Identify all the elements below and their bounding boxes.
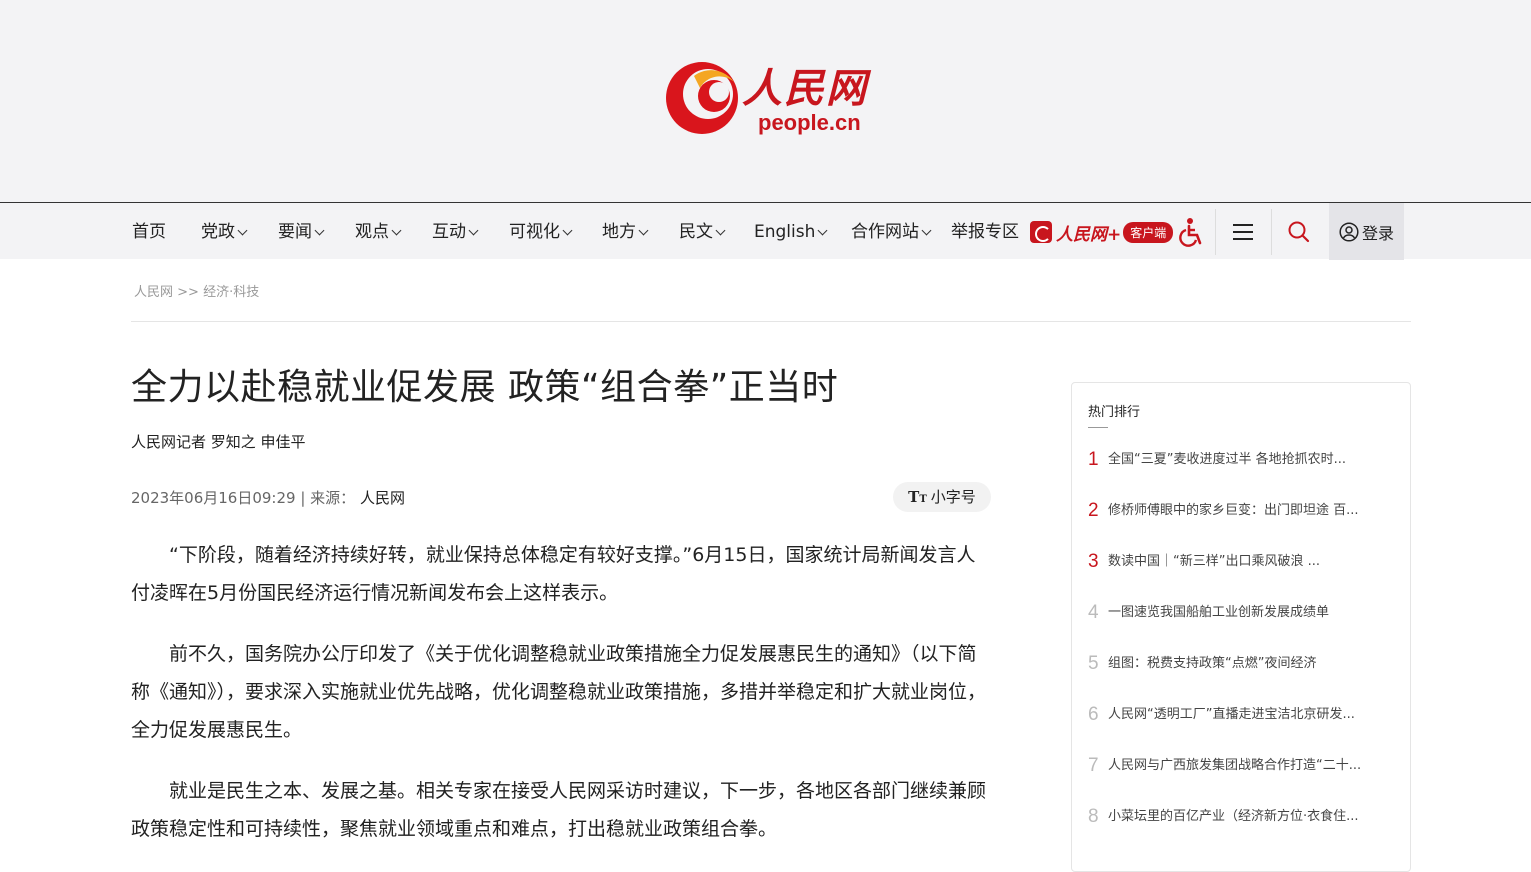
article-datetime: 2023年06月16日09:29 bbox=[131, 489, 296, 507]
breadcrumb: 人民网 >> 经济·科技 bbox=[134, 281, 259, 300]
rank-number: 5 bbox=[1088, 653, 1099, 674]
article-paragraph: 就业是民生之本、发展之基。相关专家在接受人民网采访时建议，下一步，各地区各部门继… bbox=[131, 780, 987, 840]
rank-number: 7 bbox=[1088, 755, 1099, 776]
nav-label: 观点 bbox=[355, 222, 389, 242]
main-nav: 首页 党政 要闻 观点 互动 可视化 地方 民文 English 合作网站 举报… bbox=[0, 202, 1531, 260]
ranking-item[interactable]: 3 数读中国｜“新三样”出口乘风破浪 ... bbox=[1088, 551, 1388, 602]
hot-ranking-list: 1 全国“三夏”麦收进度过半 各地抢抓农时... 2 修桥师傅眼中的家乡巨变：出门即… bbox=[1088, 449, 1388, 857]
site-header: 人民网 people.cn bbox=[0, 0, 1531, 202]
divider bbox=[131, 321, 1411, 322]
nav-label: 民文 bbox=[679, 222, 713, 242]
rank-number: 2 bbox=[1088, 500, 1099, 521]
ranking-item[interactable]: 5 组图：税费支持政策“点燃”夜间经济 bbox=[1088, 653, 1388, 704]
rank-number: 6 bbox=[1088, 704, 1099, 725]
rank-number: 4 bbox=[1088, 602, 1099, 623]
chevron-down-icon bbox=[468, 225, 479, 236]
chevron-down-icon bbox=[817, 225, 828, 236]
nav-item-home[interactable]: 首页 bbox=[132, 203, 166, 260]
user-icon bbox=[1339, 221, 1359, 242]
chevron-down-icon bbox=[314, 225, 325, 236]
rank-number: 8 bbox=[1088, 806, 1099, 827]
nav-label: 合作网站 bbox=[851, 222, 919, 242]
breadcrumb-section-link[interactable]: 经济·科技 bbox=[203, 285, 259, 300]
font-size-toggle-button[interactable]: TT 小字号 bbox=[893, 482, 991, 512]
hot-ranking-panel: 热门排行 1 全国“三夏”麦收进度过半 各地抢抓农时... 2 修桥师傅眼中的家乡巨… bbox=[1071, 382, 1411, 872]
chevron-down-icon bbox=[237, 225, 248, 236]
rank-number: 1 bbox=[1088, 449, 1099, 470]
app-logo-icon bbox=[1030, 221, 1052, 243]
hamburger-menu-icon bbox=[1233, 223, 1253, 240]
ranking-link[interactable]: 组图：税费支持政策“点燃”夜间经济 bbox=[1108, 653, 1388, 675]
nav-item-partners[interactable]: 合作网站 bbox=[851, 203, 932, 260]
search-button[interactable] bbox=[1271, 203, 1327, 260]
source-prefix: | 来源： bbox=[300, 489, 356, 507]
ranking-item[interactable]: 1 全国“三夏”麦收进度过半 各地抢抓农时... bbox=[1088, 449, 1388, 500]
ranking-link[interactable]: 人民网“透明工厂”直播走进宝洁北京研发... bbox=[1108, 704, 1388, 726]
rank-number: 3 bbox=[1088, 551, 1099, 572]
nav-item-local[interactable]: 地方 bbox=[602, 203, 649, 260]
login-button[interactable]: 登录 bbox=[1329, 203, 1404, 260]
nav-label: 举报专区 bbox=[951, 222, 1019, 242]
ranking-link[interactable]: 数读中国｜“新三样”出口乘风破浪 ... bbox=[1108, 551, 1388, 573]
nav-item-ethnic[interactable]: 民文 bbox=[679, 203, 726, 260]
article-paragraph: 前不久，国务院办公厅印发了《关于优化调整稳就业政策措施全力促发展惠民生的通知》（… bbox=[131, 643, 987, 741]
nav-item-party[interactable]: 党政 bbox=[201, 203, 248, 260]
brand-name: 人民网 bbox=[742, 65, 868, 112]
article-meta: 2023年06月16日09:29 | 来源： 人民网 bbox=[131, 487, 405, 508]
nav-item-opinion[interactable]: 观点 bbox=[355, 203, 402, 260]
ranking-item[interactable]: 7 人民网与广西旅发集团战略合作打造“二十... bbox=[1088, 755, 1388, 806]
ranking-link[interactable]: 人民网与广西旅发集团战略合作打造“二十... bbox=[1108, 755, 1388, 777]
ranking-link[interactable]: 小菜坛里的百亿产业（经济新方位·衣食住... bbox=[1108, 806, 1388, 828]
ranking-item[interactable]: 8 小菜坛里的百亿产业（经济新方位·衣食住... bbox=[1088, 806, 1388, 857]
hot-ranking-title: 热门排行 bbox=[1088, 405, 1141, 420]
ranking-link[interactable]: 修桥师傅眼中的家乡巨变：出门即坦途 百... bbox=[1108, 500, 1388, 522]
chevron-down-icon bbox=[715, 225, 726, 236]
nav-label: 首页 bbox=[132, 222, 166, 242]
article-source-link[interactable]: 人民网 bbox=[360, 489, 405, 507]
article-body: “下阶段，随着经济持续好转，就业保持总体稳定有较好支撑。”6月15日，国家统计局… bbox=[131, 536, 993, 871]
ranking-item[interactable]: 4 一图速览我国船舶工业创新发展成绩单 bbox=[1088, 602, 1388, 653]
nav-item-report[interactable]: 举报专区 bbox=[951, 203, 1019, 260]
brand-domain: people.cn bbox=[758, 110, 861, 135]
nav-item-english[interactable]: English bbox=[754, 203, 828, 260]
nav-label: 互动 bbox=[432, 222, 466, 242]
nav-label: English bbox=[754, 222, 816, 242]
nav-item-interact[interactable]: 互动 bbox=[432, 203, 479, 260]
menu-button[interactable] bbox=[1215, 203, 1271, 260]
article-paragraph: “下阶段，随着经济持续好转，就业保持总体稳定有较好支撑。”6月15日，国家统计局… bbox=[131, 544, 976, 604]
ranking-item[interactable]: 6 人民网“透明工厂”直播走进宝洁北京研发... bbox=[1088, 704, 1388, 755]
font-toggle-label: 小字号 bbox=[930, 488, 976, 506]
article-author: 人民网记者 罗知之 申佳平 bbox=[131, 433, 306, 451]
breadcrumb-separator: >> bbox=[177, 285, 199, 300]
ranking-link[interactable]: 一图速览我国船舶工业创新发展成绩单 bbox=[1108, 602, 1388, 624]
ranking-link[interactable]: 全国“三夏”麦收进度过半 各地抢抓农时... bbox=[1108, 449, 1388, 471]
chevron-down-icon bbox=[638, 225, 649, 236]
title-underline bbox=[1088, 427, 1108, 428]
chevron-down-icon bbox=[562, 225, 573, 236]
nav-label: 可视化 bbox=[509, 222, 560, 242]
app-download-badge[interactable]: 人民网+ 客户端 bbox=[1030, 220, 1174, 245]
chevron-down-icon bbox=[921, 225, 932, 236]
nav-label: 地方 bbox=[602, 222, 636, 242]
text-size-icon: TT bbox=[908, 488, 927, 506]
breadcrumb-home-link[interactable]: 人民网 bbox=[134, 285, 173, 300]
nav-label: 党政 bbox=[201, 222, 235, 242]
search-icon bbox=[1288, 221, 1310, 242]
wheelchair-icon bbox=[1179, 217, 1202, 247]
ranking-item[interactable]: 2 修桥师傅眼中的家乡巨变：出门即坦途 百... bbox=[1088, 500, 1388, 551]
article-title: 全力以赴稳就业促发展 政策“组合拳”正当时 bbox=[131, 367, 839, 408]
nav-item-news[interactable]: 要闻 bbox=[278, 203, 325, 260]
nav-label: 要闻 bbox=[278, 222, 312, 242]
nav-item-visual[interactable]: 可视化 bbox=[509, 203, 573, 260]
login-label: 登录 bbox=[1361, 223, 1394, 243]
app-name: 人民网+ bbox=[1056, 224, 1122, 245]
accessibility-button[interactable] bbox=[1163, 203, 1219, 260]
chevron-down-icon bbox=[391, 225, 402, 236]
